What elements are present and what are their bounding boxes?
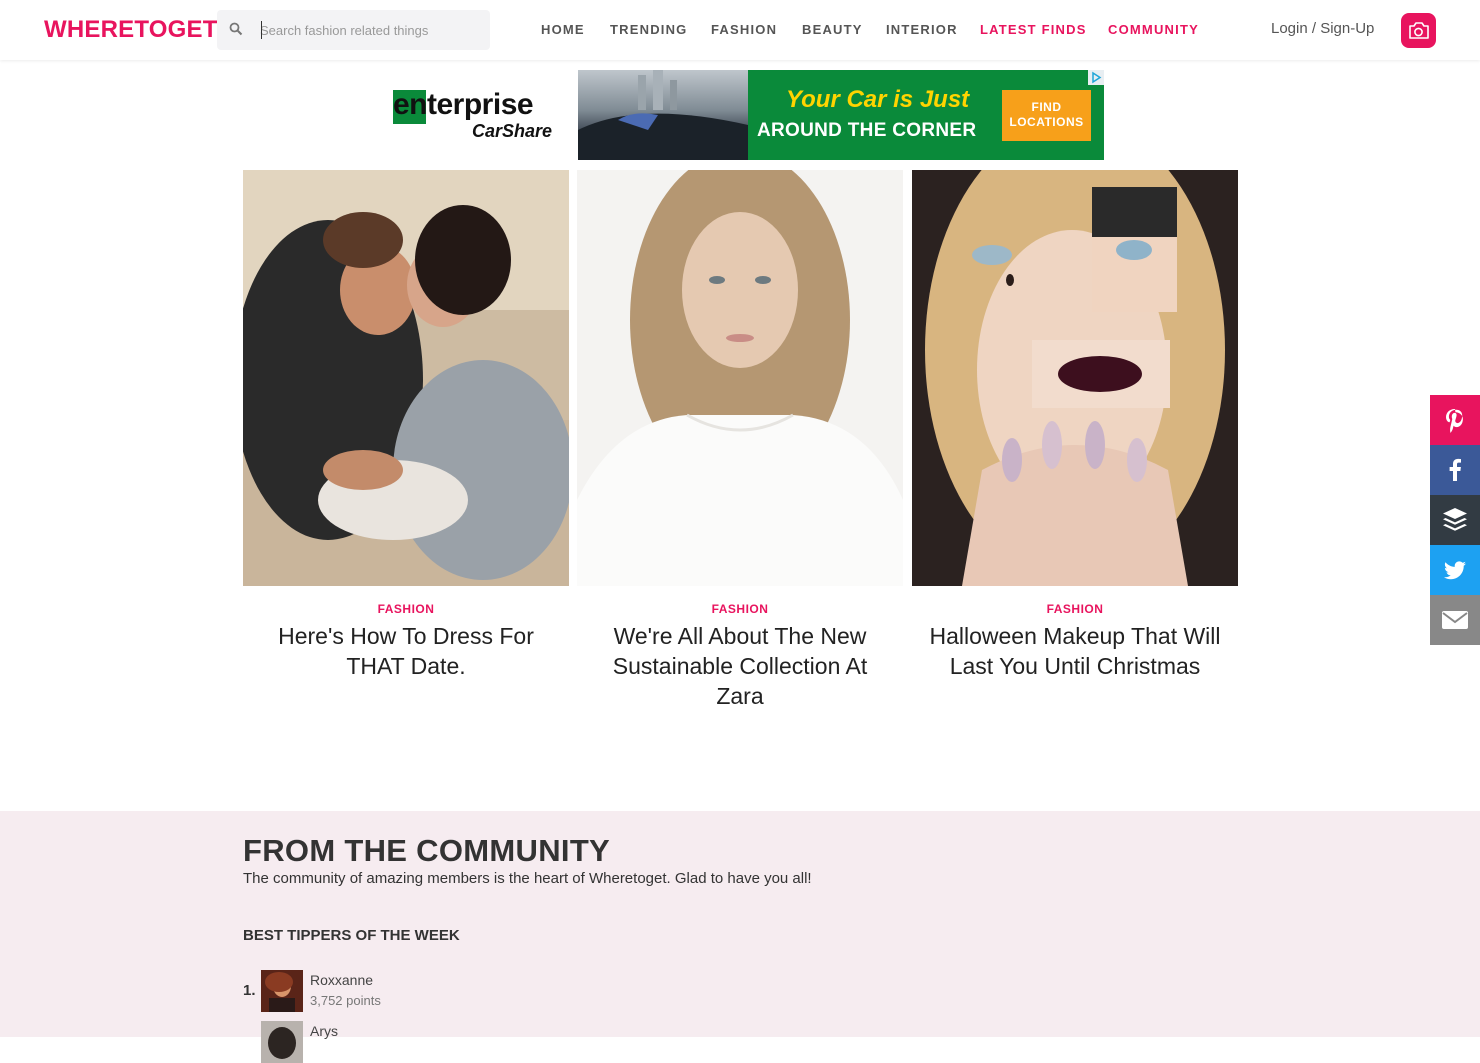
card-category[interactable]: FASHION	[912, 602, 1238, 616]
ad-brand: enterprise	[393, 88, 534, 121]
nav-interior[interactable]: INTERIOR	[886, 22, 958, 37]
share-buffer-button[interactable]	[1430, 495, 1480, 545]
share-facebook-button[interactable]	[1430, 445, 1480, 495]
card-title[interactable]: Here's How To Dress For THAT Date.	[263, 621, 549, 681]
adchoices-icon[interactable]	[1088, 70, 1104, 85]
ad-button-line2: LOCATIONS	[1009, 115, 1084, 129]
buffer-icon	[1443, 508, 1467, 531]
card-image-couple[interactable]	[243, 170, 569, 586]
community-section	[0, 811, 1480, 1037]
card-category[interactable]: FASHION	[577, 602, 903, 616]
camera-icon	[1409, 22, 1429, 39]
text-caret	[261, 21, 262, 39]
nav-fashion[interactable]: FASHION	[711, 22, 777, 37]
nav-latest-finds[interactable]: LATEST FINDS	[980, 22, 1087, 37]
ad-logo-panel: enterprise CarShare	[376, 70, 578, 160]
ad-find-locations-button[interactable]: FIND LOCATIONS	[1002, 90, 1091, 141]
community-subtitle: The community of amazing members is the …	[243, 870, 812, 887]
search-icon	[229, 22, 243, 36]
pinterest-icon	[1446, 409, 1463, 433]
tipper-rank: 1.	[243, 982, 256, 999]
ad-button-line1: FIND	[1031, 100, 1062, 114]
avatar[interactable]	[261, 1021, 303, 1063]
site-logo[interactable]: WHERETOGET	[44, 16, 218, 44]
ad-car-image	[578, 70, 748, 160]
best-tippers-title: BEST TIPPERS OF THE WEEK	[243, 927, 460, 944]
card-image-zara[interactable]	[577, 170, 903, 586]
facebook-icon	[1449, 458, 1461, 481]
community-title: FROM THE COMMUNITY	[243, 833, 611, 868]
tipper-name[interactable]: Roxxanne	[310, 972, 373, 988]
share-pinterest-button[interactable]	[1430, 395, 1480, 445]
card-image-halloween-makeup[interactable]	[912, 170, 1238, 586]
twitter-icon	[1444, 561, 1466, 580]
site-header: WHERETOGET HOME TRENDING FASHION BEAUTY …	[0, 0, 1480, 60]
tipper-points: 3,752 points	[310, 993, 381, 1008]
search-input[interactable]	[260, 20, 480, 40]
ad-subline: AROUND THE CORNER	[757, 120, 977, 141]
nav-home[interactable]: HOME	[541, 22, 585, 37]
card-title[interactable]: Halloween Makeup That Will Last You Unti…	[912, 621, 1238, 681]
nav-community[interactable]: COMMUNITY	[1108, 22, 1199, 37]
share-email-button[interactable]	[1430, 595, 1480, 645]
email-icon	[1442, 611, 1468, 629]
ad-headline: Your Car is Just	[786, 86, 970, 113]
ad-brand-sub: CarShare	[472, 121, 553, 141]
upload-photo-button[interactable]	[1401, 13, 1436, 48]
avatar[interactable]	[261, 970, 303, 1012]
card-category[interactable]: FASHION	[243, 602, 569, 616]
nav-beauty[interactable]: BEAUTY	[802, 22, 863, 37]
ad-banner[interactable]: enterprise CarShare Your Car is Just ARO…	[376, 70, 1104, 160]
login-signup-link[interactable]: Login / Sign-Up	[1271, 20, 1374, 37]
card-title[interactable]: We're All About The New Sustainable Coll…	[597, 621, 883, 711]
share-twitter-button[interactable]	[1430, 545, 1480, 595]
nav-trending[interactable]: TRENDING	[610, 22, 688, 37]
